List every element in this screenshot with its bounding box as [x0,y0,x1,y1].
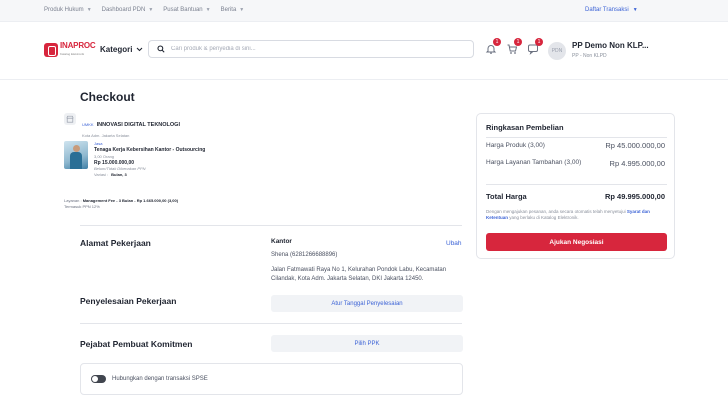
user-name[interactable]: PP Demo Non KLP... [572,41,649,50]
terms-text-end: yang berlaku di Katalog Elektronik. [509,215,579,221]
chat-badge: 1 [535,38,543,46]
spse-label: Hubungkan dengan transaksi SPSE [112,376,208,382]
product-image[interactable] [64,141,88,169]
seller-name[interactable]: INNOVASI DIGITAL TEKNOLOGI [97,122,180,128]
logo-wordmark: INAPROC Katalog Elektronik [60,42,96,58]
penyelesaian-pekerjaan-title: Penyelesaian Pekerjaan [80,296,177,306]
terms-text: Dengan mengajukan pesanan, anda secara o… [486,209,626,214]
chevron-down-icon [137,47,143,52]
inaproc-logo[interactable]: INAPROC Katalog Elektronik [44,42,96,58]
chat-button[interactable]: 1 [526,38,543,55]
notification-badge: 1 [493,38,501,46]
logo-subtext: Katalog Elektronik [60,52,85,56]
spse-toggle[interactable] [91,375,106,383]
summary-card: Ringkasan Pembelian Harga Produk (3,00) … [476,113,675,259]
variasi-value: Bulan, 3 [111,172,127,178]
address-contact: Shena (6281266688896) [271,252,338,258]
link-label: Pusat Bantuan [163,7,203,13]
link-label: Produk Hukum [44,7,84,13]
notification-button[interactable]: 1 [484,38,501,55]
cart-badge: 1 [514,38,522,46]
harga-produk-label: Harga Produk (3,00) [486,142,545,149]
address-detail: Jalan Fatmawati Raya No 1, Kelurahan Pon… [271,267,447,282]
avatar[interactable]: PDN [548,42,566,60]
main-header: INAPROC Katalog Elektronik Kategori 1 1 … [0,22,728,80]
chevron-down-icon: ▼ [632,7,638,13]
store-icon [64,113,76,125]
seller-tag: UMKK [82,122,94,127]
daftar-transaksi-link[interactable]: Daftar Transaksi ▼ [585,7,638,13]
summary-divider [486,184,667,185]
link-label: Dashboard PDN [101,7,146,13]
spse-option: Hubungkan dengan transaksi SPSE [80,363,463,395]
total-harga-value: Rp 49.995.000,00 [604,192,665,201]
total-harga-label: Total Harga [486,192,527,201]
seller-text: UMKK INNOVASI DIGITAL TEKNOLOGI Kota Adm.… [82,113,180,138]
summary-divider [486,137,667,138]
chevron-down-icon: ▼ [86,7,92,13]
utility-links: Produk Hukum ▼ Dashboard PDN ▼ Pusat Bantu… [44,7,244,13]
ubah-address-link[interactable]: Ubah [446,240,462,247]
product-details: Jasa Tenaga Kerja Kebersihan Kantor - Ou… [94,141,205,179]
search-icon [157,45,165,53]
section-divider [80,225,462,226]
seller-info: UMKK INNOVASI DIGITAL TEKNOLOGI Kota Adm.… [64,113,180,138]
pusat-bantuan-link[interactable]: Pusat Bantuan ▼ [163,7,210,13]
chevron-down-icon: ▼ [205,7,211,13]
header-icons: 1 1 1 [484,38,543,55]
harga-layanan-label: Harga Layanan Tambahan (3,00) [486,159,582,166]
dashboard-pdn-link[interactable]: Dashboard PDN ▼ [102,7,154,13]
address-place: Kantor [271,238,292,245]
harga-produk-value: Rp 45.000.000,00 [605,141,665,150]
inaproc-logo-mark-icon [44,43,58,57]
chevron-down-icon: ▼ [239,7,245,13]
kategori-label: Kategori [100,45,133,54]
search-input[interactable] [171,46,451,52]
kategori-dropdown[interactable]: Kategori [100,45,143,54]
layanan-value: Management Fee - 3 Bulan - Rp 1.665.000,… [82,198,179,203]
produk-hukum-link[interactable]: Produk Hukum ▼ [44,7,92,13]
pilih-ppk-button[interactable]: Pilih PPK [271,335,463,352]
variasi-label: Variasi : [94,172,109,178]
product-item: Jasa Tenaga Kerja Kebersihan Kantor - Ou… [64,141,205,179]
utility-bar: Produk Hukum ▼ Dashboard PDN ▼ Pusat Bantu… [0,0,728,22]
product-name[interactable]: Tenaga Kerja Kebersihan Kantor - Outsour… [94,147,205,153]
cart-button[interactable]: 1 [505,38,522,55]
link-label: Berita [220,7,237,13]
harga-layanan-value: Rp 4.995.000,00 [609,159,665,168]
search-bar[interactable] [148,40,474,58]
ajukan-negosiasi-button[interactable]: Ajukan Negosiasi [486,233,667,251]
user-role: PP - Non KLPD [572,53,607,59]
logo-text: INAPROC [60,41,96,50]
layanan-tax-note: Termasuk PPN 12% [64,203,100,209]
page-title: Checkout [80,90,135,104]
chevron-down-icon: ▼ [148,7,154,13]
section-divider [80,323,462,324]
seller-location: Kota Adm. Jakarta Selatan [82,133,130,138]
layanan-info: Layanan : Management Fee - 3 Bulan - Rp … [64,198,178,209]
daftar-transaksi-label: Daftar Transaksi [585,7,629,13]
layanan-label: Layanan : [64,198,82,203]
terms-note: Dengan mengajukan pesanan, anda secara o… [486,209,669,222]
ppk-title: Pejabat Pembuat Komitmen [80,339,193,349]
atur-tanggal-button[interactable]: Atur Tanggal Penyelesaian [271,295,463,312]
summary-title: Ringkasan Pembelian [486,123,564,132]
berita-link[interactable]: Berita ▼ [221,7,245,13]
product-variasi: Variasi : Bulan, 3 [94,172,205,178]
alamat-pekerjaan-title: Alamat Pekerjaan [80,238,151,248]
